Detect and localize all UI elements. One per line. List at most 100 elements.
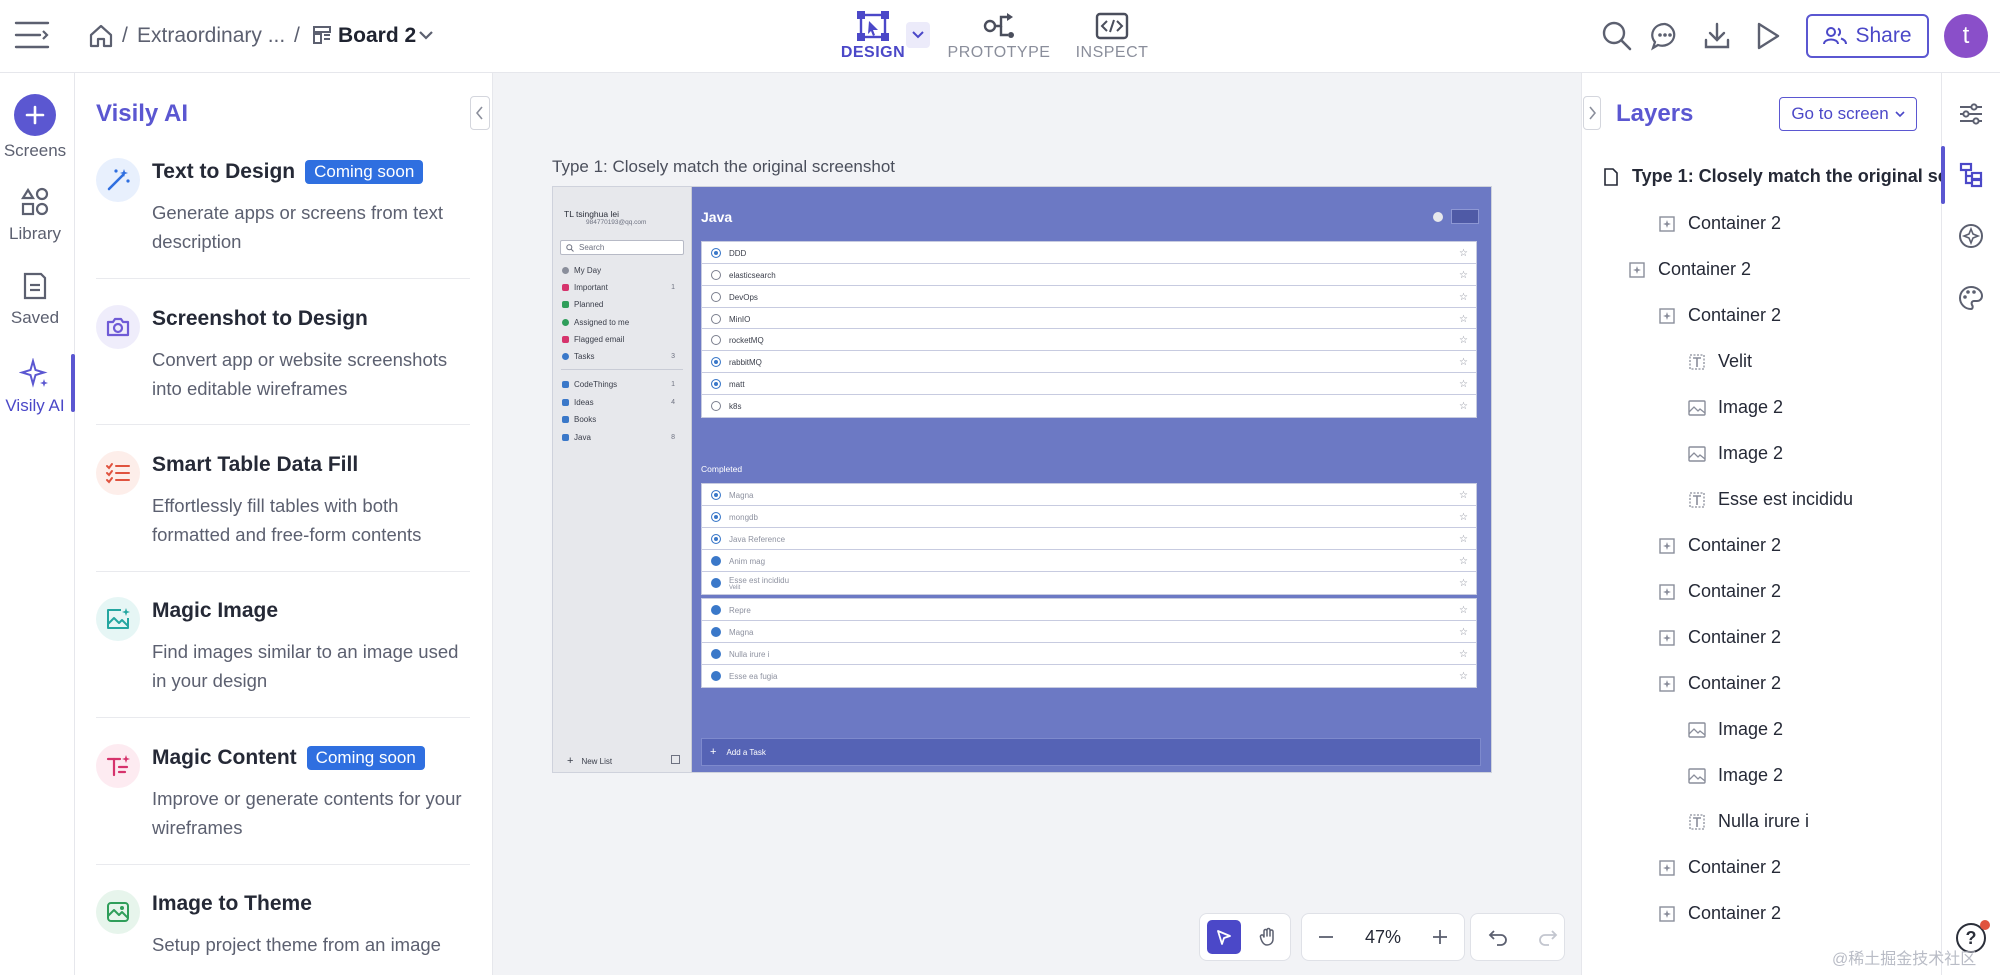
todo-nav-flagged[interactable]: Flagged email (562, 335, 687, 344)
task-row[interactable]: rabbitMQ ☆ (701, 350, 1477, 374)
breadcrumb-project[interactable]: Extraordinary ... (137, 24, 285, 48)
task-checkbox[interactable] (711, 556, 721, 566)
palette-icon[interactable] (1954, 281, 1988, 315)
task-checkbox[interactable] (711, 534, 721, 544)
task-checkbox[interactable] (711, 248, 721, 258)
ai-feature-screenshot-to-design[interactable]: Screenshot to Design Convert app or webs… (96, 305, 470, 405)
hand-tool-button[interactable] (1251, 920, 1285, 954)
task-row[interactable]: Anim mag ☆ (701, 549, 1477, 573)
rail-item-library[interactable]: Library (0, 180, 70, 244)
task-checkbox[interactable] (711, 512, 721, 522)
star-icon[interactable]: ☆ (1459, 270, 1468, 281)
task-row[interactable]: Magna ☆ (701, 620, 1477, 644)
layer-item-container[interactable]: Container 2 (1658, 535, 1781, 556)
layer-item-container[interactable]: Container 2 (1658, 581, 1781, 602)
layer-item-image[interactable]: Image 2 (1688, 765, 1783, 786)
search-icon[interactable] (1601, 20, 1633, 52)
star-icon[interactable]: ☆ (1459, 556, 1468, 567)
task-checkbox[interactable] (711, 357, 721, 367)
zoom-out-button[interactable] (1314, 928, 1338, 946)
star-icon[interactable]: ☆ (1459, 292, 1468, 303)
star-icon[interactable]: ☆ (1459, 357, 1468, 368)
ai-feature-smart-table-data-fill[interactable]: Smart Table Data Fill Effortlessly fill … (96, 451, 470, 551)
frame-label[interactable]: Type 1: Closely match the original scree… (552, 157, 895, 177)
todo-search-input[interactable]: Search (560, 240, 684, 255)
play-icon[interactable] (1754, 21, 1782, 51)
todo-list-ideas[interactable]: Ideas 4 (562, 398, 687, 407)
star-icon[interactable]: ☆ (1459, 379, 1468, 390)
task-row[interactable]: Nulla irure i ☆ (701, 642, 1477, 666)
collapse-left-panel-button[interactable] (470, 96, 490, 130)
task-checkbox[interactable] (711, 627, 721, 637)
task-checkbox[interactable] (711, 270, 721, 280)
task-row[interactable]: elasticsearch ☆ (701, 263, 1477, 287)
ai-feature-magic-content[interactable]: Magic Content Coming soon Improve or gene… (96, 744, 470, 844)
go-to-screen-dropdown[interactable]: Go to screen (1779, 97, 1917, 131)
layer-item-image[interactable]: Image 2 (1688, 719, 1783, 740)
todo-nav-important[interactable]: Important 1 (562, 283, 687, 292)
comment-icon[interactable] (1650, 21, 1680, 51)
layer-item-container[interactable]: Container 2 (1658, 305, 1781, 326)
share-list-icon[interactable] (1433, 212, 1443, 222)
share-button[interactable]: Share (1806, 14, 1929, 58)
tab-inspect[interactable]: INSPECT (1057, 8, 1167, 62)
layer-item-image[interactable]: Image 2 (1688, 397, 1783, 418)
layer-item-container[interactable]: Container 2 (1658, 857, 1781, 878)
zoom-in-button[interactable] (1428, 928, 1452, 946)
ai-feature-image-to-theme[interactable]: Image to Theme Setup project theme from … (96, 890, 470, 970)
star-icon[interactable]: ☆ (1459, 649, 1468, 660)
star-icon[interactable]: ☆ (1459, 248, 1468, 259)
new-group-icon[interactable] (671, 755, 680, 764)
task-checkbox[interactable] (711, 649, 721, 659)
star-icon[interactable]: ☆ (1459, 401, 1468, 412)
avatar[interactable]: t (1944, 14, 1988, 58)
task-checkbox[interactable] (711, 401, 721, 411)
design-dropdown-button[interactable] (906, 22, 930, 48)
screenshot-frame[interactable]: TL tsinghua lei 984770193@qq.com Search … (552, 186, 1492, 773)
pointer-tool-button[interactable] (1207, 920, 1241, 954)
task-row[interactable]: Esse est incididu Velit ☆ (701, 571, 1477, 595)
layer-item-text[interactable]: Esse est incididu (1688, 489, 1853, 510)
settings-sliders-icon[interactable] (1954, 97, 1988, 131)
todo-nav-my-day[interactable]: My Day (562, 266, 687, 275)
layer-item-text[interactable]: Nulla irure i (1688, 811, 1809, 832)
star-icon[interactable]: ☆ (1459, 512, 1468, 523)
tab-prototype[interactable]: PROTOTYPE (944, 8, 1054, 62)
ai-feature-magic-image[interactable]: Magic Image Find images similar to an im… (96, 597, 470, 697)
layers-icon[interactable] (1954, 158, 1988, 192)
star-icon[interactable]: ☆ (1459, 335, 1468, 346)
home-icon[interactable] (88, 23, 114, 49)
task-row[interactable]: Java Reference ☆ (701, 527, 1477, 551)
zoom-level[interactable]: 47% (1338, 927, 1428, 948)
layer-item-container[interactable]: Container 2 (1658, 627, 1781, 648)
download-icon[interactable] (1702, 21, 1732, 51)
task-row[interactable]: Esse ea fugia ☆ (701, 664, 1477, 688)
task-row[interactable]: Repre ☆ (701, 598, 1477, 622)
task-row[interactable]: rocketMQ ☆ (701, 328, 1477, 352)
undo-button[interactable] (1483, 928, 1513, 946)
add-task-input[interactable]: + Add a Task (701, 738, 1481, 766)
completed-header[interactable]: Completed (701, 464, 742, 474)
list-options-button[interactable] (1451, 209, 1479, 224)
task-checkbox[interactable] (711, 490, 721, 500)
task-checkbox[interactable] (711, 379, 721, 389)
todo-list-java[interactable]: Java 8 (562, 433, 687, 442)
layer-item-text[interactable]: Velit (1688, 351, 1752, 372)
components-icon[interactable] (1954, 219, 1988, 253)
todo-list-books[interactable]: Books (562, 415, 687, 424)
star-icon[interactable]: ☆ (1459, 627, 1468, 638)
task-checkbox[interactable] (711, 578, 721, 588)
task-row[interactable]: k8s ☆ (701, 394, 1477, 418)
rail-item-screens[interactable]: Screens (0, 93, 70, 161)
task-row[interactable]: DevOps ☆ (701, 285, 1477, 309)
star-icon[interactable]: ☆ (1459, 671, 1468, 682)
task-checkbox[interactable] (711, 335, 721, 345)
layer-item-container[interactable]: Container 2 (1658, 213, 1781, 234)
chevron-down-icon[interactable] (418, 29, 434, 41)
task-checkbox[interactable] (711, 292, 721, 302)
todo-nav-tasks[interactable]: Tasks 3 (562, 352, 687, 361)
layer-item-container[interactable]: Container 2 (1658, 673, 1781, 694)
task-row[interactable]: matt ☆ (701, 372, 1477, 396)
todo-list-codethings[interactable]: CodeThings 1 (562, 380, 687, 389)
redo-button[interactable] (1533, 928, 1563, 946)
